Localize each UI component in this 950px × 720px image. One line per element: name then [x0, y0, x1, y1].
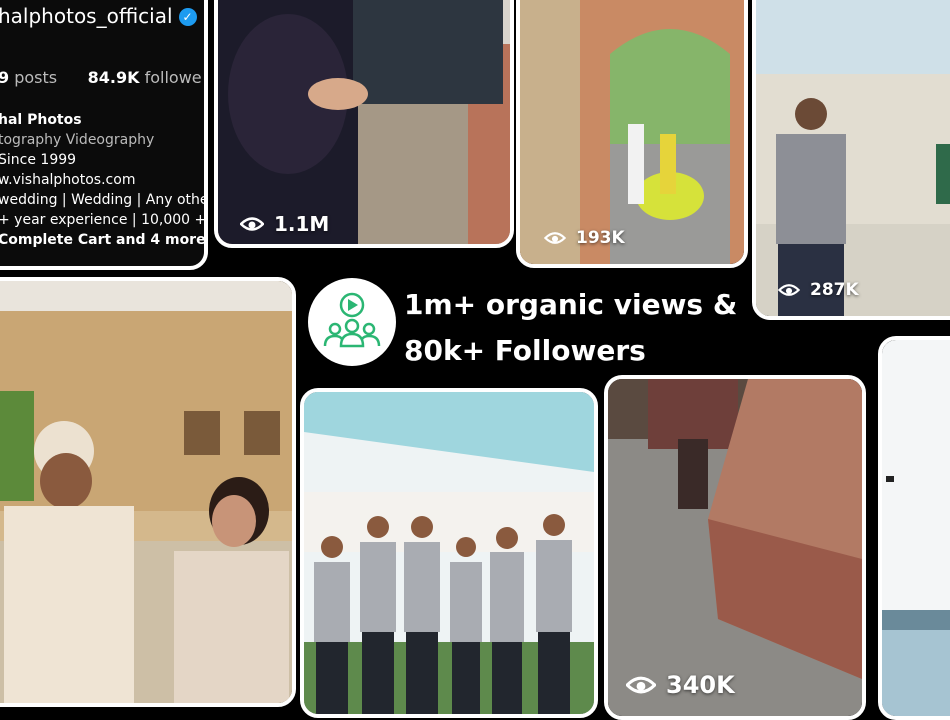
profile-bio: hal Photos tography Videography Since 19…: [0, 110, 208, 250]
followers-label: followe: [144, 68, 202, 87]
play-group-icon: [323, 292, 381, 348]
bio-line: hal Photos: [0, 112, 82, 128]
views-overlay: 287K: [778, 280, 859, 300]
views-overlay: 193K: [544, 228, 625, 248]
headline-line-1: 1m+ organic views &: [404, 288, 738, 321]
eye-icon: [240, 216, 264, 232]
verified-badge-icon: ✓: [178, 8, 197, 26]
profile-stats: 9 posts 84.9K followe: [0, 68, 202, 87]
video-card-lake[interactable]: [878, 336, 950, 720]
profile-card[interactable]: halphotos_official ✓ 9 posts 84.9K follow…: [0, 0, 208, 270]
dance-photo: [520, 0, 744, 264]
bio-more-link[interactable]: Complete Cart and 4 more: [0, 230, 204, 250]
eye-icon: [544, 231, 566, 245]
video-card-team[interactable]: [300, 388, 598, 718]
bio-line: Since 1999: [0, 152, 77, 168]
followers-count: 84.9K: [87, 68, 140, 87]
posts-count: 9: [0, 68, 9, 87]
team-photo: [304, 392, 594, 714]
video-card-photographer[interactable]: 287K: [752, 0, 950, 320]
bride-groom-photo: [0, 281, 292, 703]
bio-line: tography Videography: [0, 132, 155, 148]
views-overlay: 1.1M: [240, 212, 329, 236]
profile-username: halphotos_official: [0, 4, 173, 28]
views-count: 340K: [666, 671, 735, 699]
lehenga-photo: [608, 379, 862, 716]
posts-label: posts: [14, 68, 58, 87]
profile-username-row: halphotos_official ✓: [0, 4, 197, 28]
photographer-photo: [756, 0, 950, 316]
views-followers-badge: [308, 278, 396, 366]
couple-photo: [218, 0, 510, 244]
headline: 1m+ organic views & 80k+ Followers: [404, 282, 737, 374]
views-count: 1.1M: [274, 212, 330, 236]
video-card-dance[interactable]: 193K: [516, 0, 748, 268]
video-card-lehenga[interactable]: 340K: [604, 375, 866, 720]
bio-link[interactable]: w.vishalphotos.com: [0, 170, 204, 190]
eye-icon: [778, 283, 800, 297]
eye-icon: [626, 675, 656, 695]
video-card-bride-groom[interactable]: [0, 277, 296, 707]
bio-line: + year experience | 10,000 + sh: [0, 212, 208, 228]
views-overlay: 340K: [626, 671, 735, 699]
headline-line-2: 80k+ Followers: [404, 334, 646, 367]
lake-photo: [882, 340, 950, 716]
bio-line: wedding | Wedding | Any othe: [0, 192, 208, 208]
views-count: 287K: [810, 280, 859, 300]
views-count: 193K: [576, 228, 625, 248]
video-card-couple[interactable]: 1.1M: [214, 0, 514, 248]
